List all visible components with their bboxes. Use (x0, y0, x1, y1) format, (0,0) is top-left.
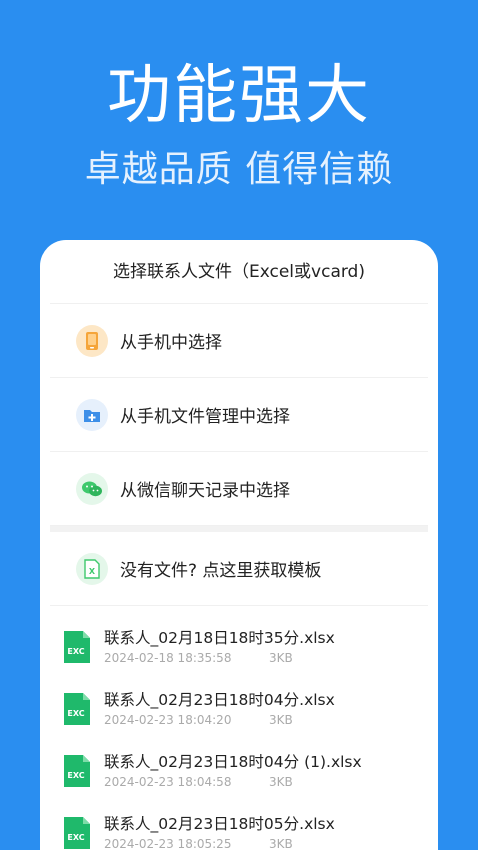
folder-add-icon (76, 398, 108, 431)
file-item[interactable]: EXC 联系人_02月18日18时35分.xlsx 2024-02-18 18:… (40, 616, 438, 678)
file-size: 3KB (269, 713, 293, 727)
template-label: 没有文件? 点这里获取模板 (120, 561, 322, 581)
option-label: 从手机中选择 (120, 333, 222, 353)
file-name: 联系人_02月18日18时35分.xlsx (104, 629, 335, 647)
option-label: 从手机文件管理中选择 (120, 407, 290, 427)
hero-title: 功能强大 (107, 59, 371, 133)
sheet-title: 选择联系人文件（Excel或vcard) (50, 240, 428, 304)
svg-text:EXC: EXC (67, 709, 84, 718)
file-date: 2024-02-18 18:35:58 (104, 651, 232, 665)
excel-file-icon: EXC (62, 630, 92, 664)
svg-text:EXC: EXC (67, 647, 84, 656)
file-size: 3KB (269, 837, 293, 850)
file-name: 联系人_02月23日18时05分.xlsx (104, 815, 335, 833)
file-size: 3KB (269, 651, 293, 665)
excel-file-icon: EXC (62, 816, 92, 850)
svg-text:X: X (89, 567, 96, 576)
file-item[interactable]: EXC 联系人_02月23日18时04分 (1).xlsx 2024-02-23… (40, 740, 438, 802)
file-date: 2024-02-23 18:05:25 (104, 837, 232, 850)
option-from-phone[interactable]: 从手机中选择 (50, 304, 428, 378)
excel-template-icon: X (76, 552, 108, 585)
hero-subtitle: 卓越品质 值得信赖 (84, 149, 394, 190)
excel-file-icon: EXC (62, 754, 92, 788)
wechat-icon (76, 472, 108, 505)
file-size: 3KB (269, 775, 293, 789)
select-file-sheet: 选择联系人文件（Excel或vcard) 从手机中选择 从手机文件管理中选择 从… (40, 240, 438, 850)
option-label: 从微信聊天记录中选择 (120, 481, 290, 501)
file-item[interactable]: EXC 联系人_02月23日18时04分.xlsx 2024-02-23 18:… (40, 678, 438, 740)
svg-text:EXC: EXC (67, 833, 84, 842)
phone-icon (76, 324, 108, 357)
file-date: 2024-02-23 18:04:20 (104, 713, 232, 727)
option-from-wechat[interactable]: 从微信聊天记录中选择 (50, 452, 428, 526)
svg-text:EXC: EXC (67, 771, 84, 780)
file-item[interactable]: EXC 联系人_02月23日18时05分.xlsx 2024-02-23 18:… (40, 802, 438, 850)
option-from-file-manager[interactable]: 从手机文件管理中选择 (50, 378, 428, 452)
excel-file-icon: EXC (62, 692, 92, 726)
file-date: 2024-02-23 18:04:58 (104, 775, 232, 789)
recent-files-list: EXC 联系人_02月18日18时35分.xlsx 2024-02-18 18:… (40, 606, 438, 850)
get-template-link[interactable]: X 没有文件? 点这里获取模板 (50, 532, 428, 606)
file-name: 联系人_02月23日18时04分.xlsx (104, 691, 335, 709)
file-name: 联系人_02月23日18时04分 (1).xlsx (104, 753, 362, 771)
